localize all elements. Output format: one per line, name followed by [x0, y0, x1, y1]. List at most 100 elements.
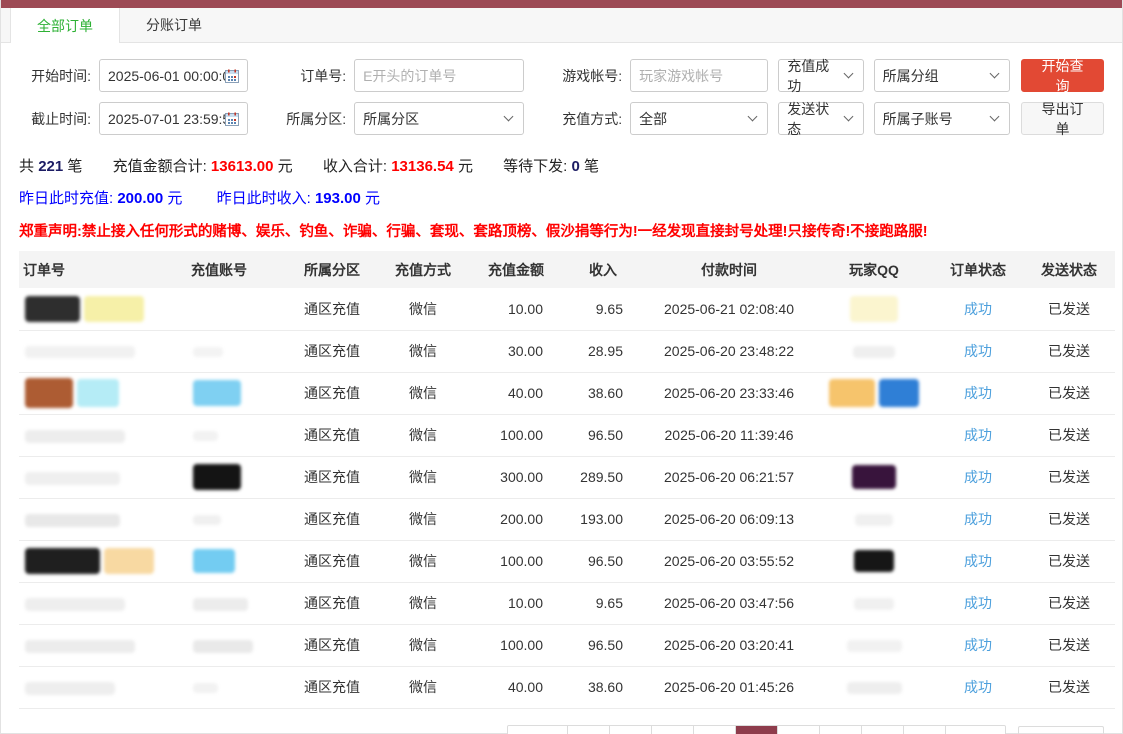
status-success-link[interactable]: 成功: [964, 595, 992, 611]
pay-time-cell: 2025-06-20 06:09:13: [643, 498, 815, 540]
page-button[interactable]: 11: [651, 726, 693, 734]
status-success-link[interactable]: 成功: [964, 343, 992, 359]
column-header: 玩家QQ: [815, 251, 933, 288]
yesterday-income: 昨日此时收入: 193.00 元: [217, 190, 380, 207]
status-success-link[interactable]: 成功: [964, 679, 992, 695]
send-status-cell: 已发送: [1023, 330, 1115, 372]
status-success-link[interactable]: 成功: [964, 511, 992, 527]
partition-cell: 通区充值: [287, 498, 377, 540]
partition-cell: 通区充值: [287, 582, 377, 624]
account-cell: [187, 666, 287, 708]
order-no-cell: [19, 414, 187, 456]
status-success-link[interactable]: 成功: [964, 469, 992, 485]
chevron-down-icon: [504, 112, 514, 122]
income-total: 收入合计: 13136.54 元: [323, 158, 473, 175]
order-no-cell: [19, 540, 187, 582]
start-time-value[interactable]: [108, 68, 225, 84]
sub-account-select[interactable]: 所属子账号: [874, 102, 1010, 135]
partition-cell: 通区充值: [287, 456, 377, 498]
table-row: 通区充值微信40.0038.602025-06-20 23:33:46成功已发送: [19, 372, 1115, 414]
order-no-cell: [19, 288, 187, 330]
group-select-value: 所属分组: [883, 66, 939, 86]
summary-line-2: 昨日此时充值: 200.00 元 昨日此时收入: 193.00 元: [19, 187, 1104, 208]
method-cell: 微信: [377, 498, 469, 540]
pay-method-label: 充值方式:: [550, 109, 622, 129]
income-cell: 193.00: [563, 498, 643, 540]
status-success-link[interactable]: 成功: [964, 301, 992, 317]
partition-cell: 通区充值: [287, 666, 377, 708]
table-row: 通区充值微信10.009.652025-06-21 02:08:40成功已发送: [19, 288, 1115, 330]
game-account-input[interactable]: [630, 59, 768, 92]
tab-split-orders[interactable]: 分账订单: [120, 8, 228, 42]
redacted-blob: [854, 550, 894, 572]
account-cell: [187, 372, 287, 414]
tab-all-orders[interactable]: 全部订单: [10, 8, 120, 43]
method-cell: 微信: [377, 666, 469, 708]
order-no-cell: [19, 330, 187, 372]
status-success-link[interactable]: 成功: [964, 637, 992, 653]
redacted-blob: [193, 549, 235, 573]
status-success-link[interactable]: 成功: [964, 385, 992, 401]
amount-cell: 300.00: [469, 456, 563, 498]
page-button[interactable]: 上一页: [508, 726, 567, 734]
page-button[interactable]: 下一页: [945, 726, 1005, 734]
group-select[interactable]: 所属分组: [874, 59, 1010, 92]
amount-cell: 10.00: [469, 582, 563, 624]
sub-account-value: 所属子账号: [883, 109, 953, 129]
pay-method-select[interactable]: 全部: [630, 102, 768, 135]
page-button[interactable]: 15: [819, 726, 861, 734]
start-time-input[interactable]: [99, 59, 248, 92]
send-status-value: 发送状态: [787, 99, 836, 139]
order-status-cell: 成功: [933, 498, 1023, 540]
end-time-label: 截止时间:: [19, 109, 91, 129]
table-row: 通区充值微信30.0028.952025-06-20 23:48:22成功已发送: [19, 330, 1115, 372]
send-status-select[interactable]: 发送状态: [778, 102, 863, 135]
send-status-cell: 已发送: [1023, 372, 1115, 414]
page-button[interactable]: 23: [903, 726, 945, 734]
end-time-value[interactable]: [108, 111, 225, 127]
query-button[interactable]: 开始查询: [1021, 59, 1104, 92]
calendar-icon[interactable]: [225, 112, 239, 126]
status-success-link[interactable]: 成功: [964, 553, 992, 569]
order-no-cell: [19, 624, 187, 666]
order-no-cell: [19, 456, 187, 498]
orders-table-wrap: 订单号充值账号所属分区充值方式充值金额收入付款时间玩家QQ订单状态发送状态 通区…: [1, 251, 1122, 709]
send-status-cell: 已发送: [1023, 666, 1115, 708]
game-account-field[interactable]: [639, 68, 759, 84]
page-current[interactable]: 13: [735, 726, 777, 734]
method-cell: 微信: [377, 330, 469, 372]
status-success-link[interactable]: 成功: [964, 427, 992, 443]
account-cell: [187, 330, 287, 372]
partition-label: 所属分区:: [274, 109, 346, 129]
partition-cell: 通区充值: [287, 288, 377, 330]
account-cell: [187, 456, 287, 498]
recharge-status-select[interactable]: 充值成功: [778, 59, 863, 92]
redacted-blob: [193, 380, 241, 406]
redacted-blob: [25, 682, 115, 695]
export-button[interactable]: 导出订单: [1021, 102, 1104, 135]
redacted-blob: [25, 296, 80, 322]
filter-row-1: 开始时间: 订单号: 游戏帐号:: [19, 59, 1104, 92]
page-button[interactable]: 1: [567, 726, 609, 734]
partition-select[interactable]: 所属分区: [354, 102, 524, 135]
order-no-cell: [19, 666, 187, 708]
amount-cell: 10.00: [469, 288, 563, 330]
redacted-blob: [193, 431, 218, 441]
chevron-down-icon: [843, 69, 853, 79]
per-page-select[interactable]: 10 条/页: [1018, 726, 1104, 734]
send-status-cell: 已发送: [1023, 540, 1115, 582]
order-no-cell: [19, 498, 187, 540]
table-row: 通区充值微信200.00193.002025-06-20 06:09:13成功已…: [19, 498, 1115, 540]
end-time-input[interactable]: [99, 102, 248, 135]
column-header: 发送状态: [1023, 251, 1115, 288]
player-qq-cell: [815, 540, 933, 582]
calendar-icon[interactable]: [225, 69, 239, 83]
order-no-field[interactable]: [363, 68, 515, 84]
order-no-input[interactable]: [354, 59, 524, 92]
amount-cell: 100.00: [469, 414, 563, 456]
page-button[interactable]: 14: [777, 726, 819, 734]
chevron-down-icon: [843, 112, 853, 122]
page-button[interactable]: 12: [693, 726, 735, 734]
redacted-blob: [77, 379, 119, 407]
filter-row-2: 截止时间: 所属分区: 所属分区 充值方式: 全部: [19, 102, 1104, 135]
